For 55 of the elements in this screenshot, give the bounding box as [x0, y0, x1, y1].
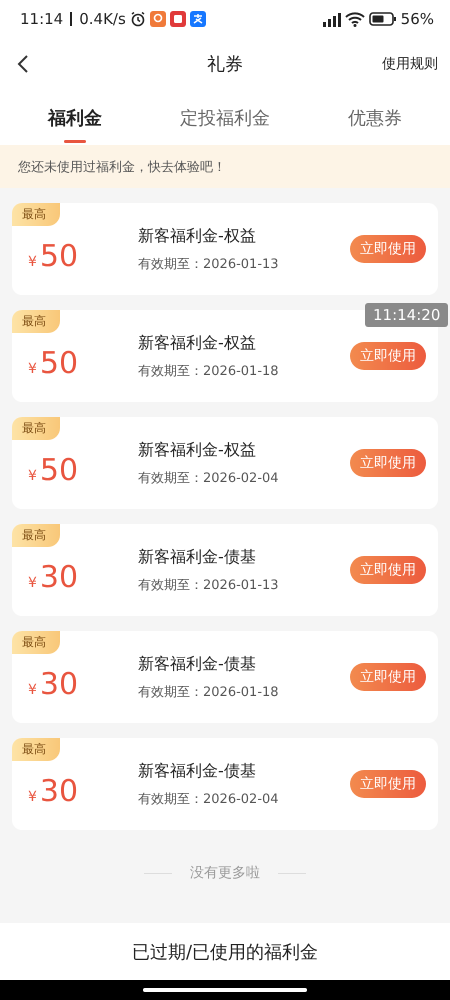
currency-symbol: ¥ — [28, 788, 37, 804]
app-icon — [170, 11, 186, 27]
page-title: 礼券 — [207, 54, 243, 75]
coupon-amount: 50 — [40, 238, 78, 274]
app-icon — [150, 11, 166, 27]
expiry-date: 有效期至：2026-01-13 — [138, 256, 280, 272]
expiry-date: 有效期至：2026-01-18 — [138, 362, 280, 380]
expiry-date: 有效期至：2026-01-13 — [138, 576, 280, 594]
max-tag: 最高 — [12, 310, 60, 333]
coupon-amount: 50 — [40, 452, 78, 488]
use-now-button[interactable]: 立即使用 — [350, 449, 426, 477]
coupon-amount: 30 — [40, 560, 78, 594]
max-tag: 最高 — [12, 417, 60, 440]
expiry-date: 有效期至：2026-02-04 — [138, 470, 280, 486]
tab[interactable]: 福利金 — [0, 90, 150, 145]
currency-symbol: ¥ — [28, 574, 37, 590]
alarm-icon — [130, 11, 146, 27]
coupon-title: 新客福利金-债基 — [138, 654, 257, 674]
battery-percent: 56% — [400, 10, 434, 28]
coupon-amount: 30 — [40, 666, 78, 702]
wifi-icon — [344, 11, 365, 27]
tab[interactable]: 定投福利金 — [150, 90, 300, 145]
max-tag: 最高 — [12, 631, 60, 654]
coupon-title: 新客福利金-债基 — [138, 760, 257, 782]
coupon-title: 新客福利金-债基 — [138, 546, 257, 568]
coupon-amount: 30 — [40, 774, 78, 808]
expiry-date: 有效期至：2026-01-18 — [138, 684, 280, 700]
use-now-button[interactable]: 立即使用 — [350, 770, 426, 798]
coupon-title: 新客福利金-权益 — [138, 440, 257, 460]
coupon-amount: 50 — [40, 346, 78, 380]
currency-symbol: ¥ — [28, 468, 37, 484]
max-tag: 最高 — [12, 738, 60, 761]
coupon-title: 新客福利金-权益 — [138, 226, 257, 246]
use-now-button[interactable]: 立即使用 — [350, 342, 426, 370]
use-now-button[interactable]: 立即使用 — [350, 556, 426, 584]
clock-time: 11:14 — [20, 10, 64, 28]
currency-symbol: ¥ — [28, 682, 37, 698]
tab[interactable]: 优惠券 — [300, 90, 450, 145]
network-speed: 0.4K/s — [79, 10, 126, 28]
coupon-title: 新客福利金-权益 — [138, 332, 257, 354]
battery-icon — [368, 12, 397, 26]
use-now-button[interactable]: 立即使用 — [350, 235, 426, 263]
rules-link[interactable]: 使用规则 — [382, 55, 438, 73]
signal-icon — [320, 11, 341, 27]
expired-coupons-link[interactable]: 已过期/已使用的福利金 — [132, 940, 318, 964]
use-now-button[interactable]: 立即使用 — [350, 663, 426, 691]
expiry-date: 有效期至：2026-02-04 — [138, 790, 280, 808]
floating-clock: 11:14:20 — [365, 303, 448, 327]
currency-symbol: ¥ — [28, 360, 37, 376]
max-tag: 最高 — [12, 524, 60, 547]
currency-symbol: ¥ — [28, 254, 37, 270]
end-of-list-text: 没有更多啦 — [190, 864, 260, 882]
notice-text: 您还未使用过福利金，快去体验吧！ — [18, 158, 226, 176]
app-icon — [190, 11, 206, 27]
max-tag: 最高 — [12, 203, 60, 226]
